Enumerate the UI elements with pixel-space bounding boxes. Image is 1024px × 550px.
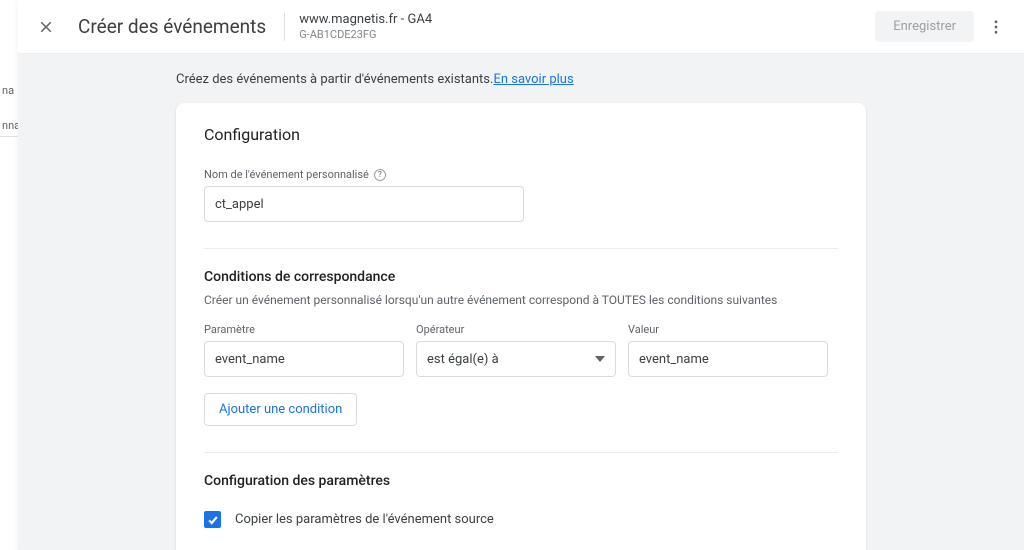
operator-select[interactable]: est égal(e) à xyxy=(416,341,616,377)
bg-hint-1: na xyxy=(0,80,16,101)
help-icon[interactable]: ? xyxy=(374,169,386,181)
header-divider xyxy=(284,13,285,41)
dialog-title: Créer des événements xyxy=(78,15,266,38)
operator-value: est égal(e) à xyxy=(427,352,499,367)
conditions-title: Conditions de correspondance xyxy=(204,269,838,285)
section-divider-1 xyxy=(204,248,838,249)
value-label: Valeur xyxy=(628,323,659,336)
operator-label: Opérateur xyxy=(416,323,464,336)
copy-params-checkbox[interactable] xyxy=(204,511,221,528)
property-info: www.magnetis.fr - GA4 G-AB1CDE23FG xyxy=(299,12,432,41)
card-title: Configuration xyxy=(204,125,838,144)
intro-sentence: Créez des événements à partir d'événemen… xyxy=(176,72,493,87)
close-icon xyxy=(37,18,55,36)
conditions-subtitle: Créer un événement personnalisé lorsqu'u… xyxy=(204,293,838,307)
create-events-dialog: Créer des événements www.magnetis.fr - G… xyxy=(18,0,1024,550)
close-button[interactable] xyxy=(34,15,58,39)
event-name-label: Nom de l'événement personnalisé xyxy=(204,168,369,181)
caret-down-icon xyxy=(595,354,605,364)
learn-more-link[interactable]: En savoir plus xyxy=(493,72,573,87)
param-input[interactable] xyxy=(204,341,404,377)
property-id: G-AB1CDE23FG xyxy=(299,28,432,41)
check-icon xyxy=(207,514,219,526)
save-button[interactable]: Enregistrer xyxy=(875,11,974,42)
kebab-icon xyxy=(987,18,1005,36)
intro-text: Créez des événements à partir d'événemen… xyxy=(176,72,866,87)
param-label: Paramètre xyxy=(204,323,255,336)
dialog-body: Créez des événements à partir d'événemen… xyxy=(18,54,1024,550)
copy-params-row: Copier les paramètres de l'événement sou… xyxy=(204,511,838,528)
dialog-header: Créer des événements www.magnetis.fr - G… xyxy=(18,0,1024,54)
section-divider-2 xyxy=(204,452,838,453)
event-name-input[interactable] xyxy=(204,186,524,222)
event-name-label-row: Nom de l'événement personnalisé ? xyxy=(204,168,838,181)
property-name: www.magnetis.fr - GA4 xyxy=(299,12,432,27)
more-menu-button[interactable] xyxy=(984,15,1008,39)
condition-row: Paramètre Opérateur est égal(e) à Valeur xyxy=(204,323,838,377)
add-condition-button[interactable]: Ajouter une condition xyxy=(204,393,357,426)
params-title: Configuration des paramètres xyxy=(204,473,838,489)
value-input[interactable] xyxy=(628,341,828,377)
copy-params-label: Copier les paramètres de l'événement sou… xyxy=(235,512,494,527)
configuration-card: Configuration Nom de l'événement personn… xyxy=(176,103,866,550)
